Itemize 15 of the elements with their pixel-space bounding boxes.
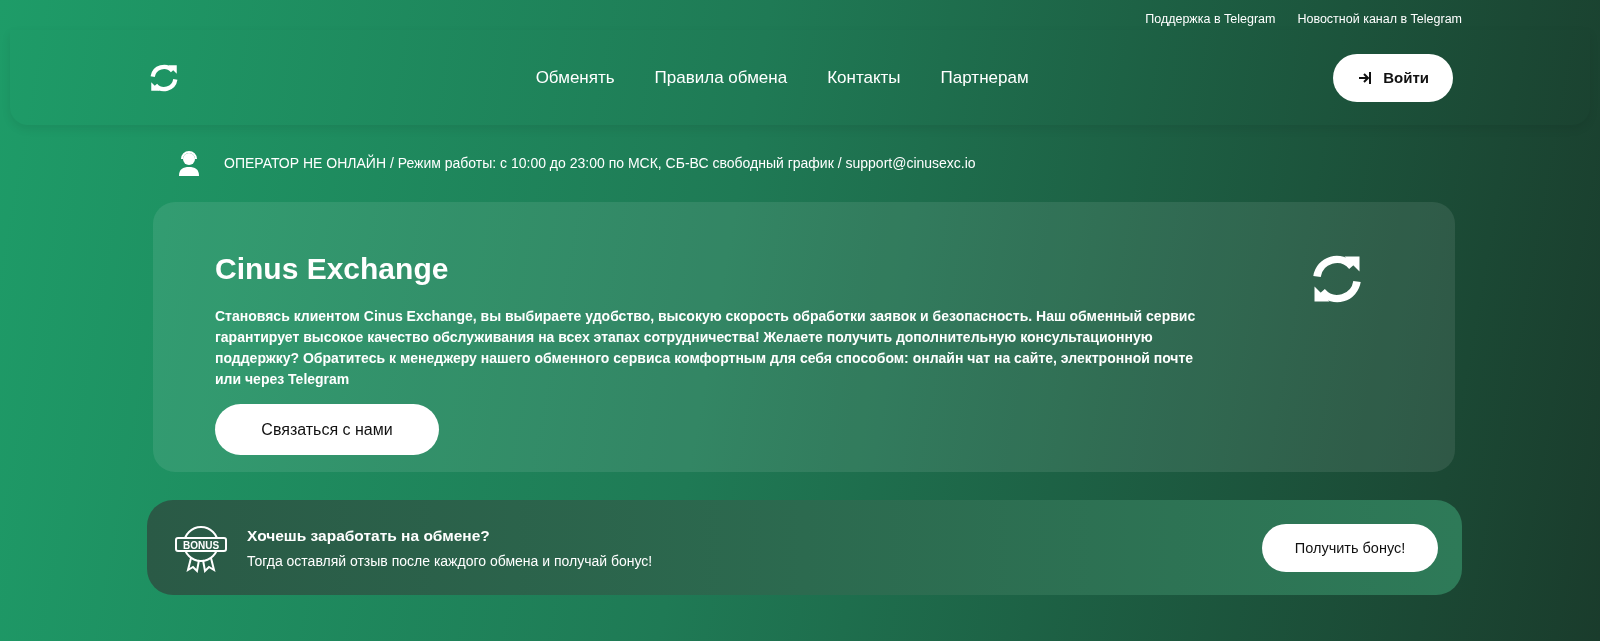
telegram-link[interactable]: Поддержка в Telegram — [1145, 12, 1276, 30]
contact-button[interactable]: Связаться с нами — [215, 404, 439, 455]
nav-link[interactable]: Контакты — [827, 67, 901, 88]
hero-description: Становясь клиентом Cinus Exchange, вы выбираете удобство, высокую скорость обработки заявок и безопасность. Наш обменный сервис гарантирует высокое качество обслуживания на всех этапах сотрудничества! Желаете получить дополнительную консультационную поддержку? Обратитесь к менеджеру нашего обменного сервиса комфортным для себя способом: онлайн чат на сайте, электронной почте или через Telegram — [215, 307, 1197, 389]
login-button[interactable]: Войти — [1333, 53, 1453, 102]
bonus-title: Хочешь заработать на обмене? — [247, 526, 491, 545]
hero-title: Cinus Exchange — [215, 252, 450, 286]
bonus-description: Тогда оставляй отзыв после каждого обмена и получай бонус! — [247, 552, 654, 569]
nav-link[interactable]: Правила обмена — [654, 67, 788, 88]
operator-status-text: ОПЕРАТОР НЕ ОНЛАЙН / Режим работы: с 10:00 до 23:00 по МСК, СБ-ВС свободный график / support@cinusexc.io — [224, 154, 976, 171]
telegram-link[interactable]: Новостной канал в Telegram — [1297, 12, 1462, 30]
nav-link[interactable]: Обменять — [535, 67, 615, 88]
bonus-button[interactable]: Получить бонус! — [1262, 523, 1438, 572]
login-icon — [1357, 69, 1374, 86]
nav-link[interactable]: Партнерам — [940, 67, 1029, 88]
